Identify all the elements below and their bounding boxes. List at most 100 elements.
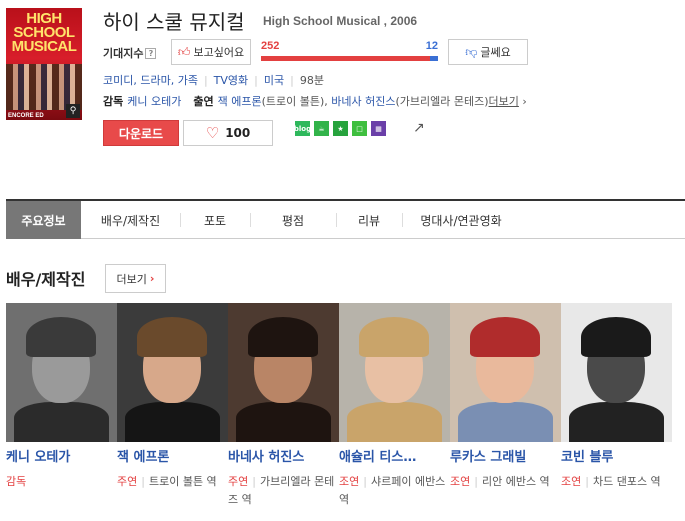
cast-name-link[interactable]: 바네사 허진스 [228, 446, 334, 465]
bookmark-icon[interactable]: ★ [333, 121, 348, 136]
cast-character: 트로이 볼튼 역 [148, 475, 217, 488]
movie-subtitle: High School Musical , 2006 [263, 14, 418, 28]
cast-card: 루카스 그래빌조연 | 리안 에반스 역 [450, 303, 561, 509]
expectation-bar [261, 56, 438, 61]
cafe-icon[interactable]: ☕︎ [314, 121, 329, 136]
tab-review[interactable]: 리뷰 [336, 201, 402, 239]
expectation-bar-fill [261, 56, 430, 61]
cast-character: 차드 댄포스 역 [592, 475, 661, 488]
cast-more-button[interactable]: 더보기 › [105, 264, 166, 293]
want-to-see-button[interactable]: 👍︎ 보고싶어요 [171, 39, 251, 65]
cast-card: 코빈 블루조연 | 차드 댄포스 역 [561, 303, 672, 509]
cast-photo[interactable] [228, 303, 339, 442]
actor-link[interactable]: 바네사 허진스 [331, 95, 395, 108]
actor-link[interactable]: 잭 에프론 [218, 95, 262, 108]
cast-photo-hair [26, 317, 96, 357]
divider: | [585, 475, 589, 488]
me2day-icon[interactable]: □ [352, 121, 367, 136]
thumbs-down-icon: 👎︎ [465, 44, 478, 59]
poster-caption: ENCORE ED [8, 113, 44, 119]
want-count: 252 [261, 40, 280, 52]
movie-meta: 코미디, 드라마, 가족 | TV영화 | 미국 | 98분 [103, 72, 324, 88]
want-to-see-label: 보고싶어요 [193, 46, 245, 59]
cast-name-link[interactable]: 케니 오테가 [6, 446, 112, 465]
director-link[interactable]: 케니 오테가 [127, 95, 181, 108]
divider: | [252, 475, 256, 488]
tab-cast-crew[interactable]: 배우/제작진 [81, 201, 180, 239]
thumbs-up-icon: 👍︎ [177, 44, 191, 59]
share-icons: blog ☕︎ ★ □ ▦ [294, 121, 386, 136]
movie-poster[interactable]: HIGH SCHOOL MUSICAL ENCORE ED ⚲ [6, 8, 82, 120]
cast-role: 조연 | 리안 에반스 역 [450, 473, 558, 491]
cast-photo[interactable] [117, 303, 228, 442]
cast-photo-hair [470, 317, 540, 357]
cast-photo-hair [581, 317, 651, 357]
cast-role-type: 주연 [117, 475, 138, 488]
expectation-label: 기대지수? [103, 45, 157, 61]
magnifier-icon[interactable]: ⚲ [66, 104, 80, 118]
cast-photo[interactable] [6, 303, 117, 442]
help-icon[interactable]: ? [145, 48, 157, 59]
cast-photo[interactable] [561, 303, 672, 442]
cast-more-label: 더보기 [116, 272, 147, 286]
cast-name-link[interactable]: 코빈 블루 [561, 446, 667, 465]
divider: | [363, 475, 367, 488]
cast-name-link[interactable]: 잭 에프론 [117, 446, 223, 465]
cast-role: 조연 | 샤르페이 에반스 역 [339, 473, 447, 509]
cast-list: 케니 오테가 감독 잭 에프론 주연 | 트로이 볼튼 역 바네사 허진스 주연 | 가브리엘라 … [6, 303, 672, 509]
cast-section-title: 배우/제작진 [6, 270, 86, 289]
naver-blog-icon[interactable]: blog [294, 121, 311, 136]
tab-bar: 주요정보 배우/제작진 포토 평점 리뷰 명대사/연관영화 [6, 199, 685, 239]
cast-role-type: 조연 [561, 475, 582, 488]
country-link[interactable]: 미국 [264, 74, 284, 87]
cast-character: 리안 에반스 역 [481, 475, 550, 488]
divider: | [290, 74, 294, 87]
cast-role-type: 주연 [228, 475, 249, 488]
cast-photo-body [236, 402, 331, 442]
runtime: 98분 [299, 74, 324, 87]
expectation-label-text: 기대지수 [103, 47, 144, 60]
actor-role: (트로이 볼튼) [261, 95, 325, 108]
tab-quotes-related[interactable]: 명대사/연관영화 [402, 201, 520, 239]
heart-icon: ♡ [205, 123, 220, 142]
cast-role: 주연 | 트로이 볼튼 역 [117, 473, 225, 491]
poster-title-art: HIGH SCHOOL MUSICAL [11, 10, 77, 55]
cast-role: 조연 | 차드 댄포스 역 [561, 473, 669, 491]
tab-photo[interactable]: 포토 [180, 201, 250, 239]
tab-rating[interactable]: 평점 [250, 201, 336, 239]
like-count: 100 [225, 126, 251, 140]
download-button[interactable]: 다운로드 [103, 120, 179, 146]
cast-photo-body [125, 402, 220, 442]
movie-title: 하이 스쿨 뮤지컬 [103, 10, 245, 34]
tab-main-info[interactable]: 주요정보 [6, 201, 81, 239]
cast-name-link[interactable]: 루카스 그래빌 [450, 446, 556, 465]
cast-role: 감독 [6, 473, 114, 491]
cast-card: 잭 에프론주연 | 트로이 볼튼 역 [117, 303, 228, 509]
cast-photo-body [569, 402, 664, 442]
cast-card: 애슐리 티스… 조연 | 샤르페이 에반스 역 [339, 303, 450, 509]
cast-role-type: 감독 [6, 475, 27, 488]
chevron-right-icon: › [522, 95, 527, 108]
hate-count: 12 [425, 40, 438, 52]
cast-card: 케니 오테가감독 [6, 303, 117, 509]
actor-role: (가브리엘라 몬테즈) [395, 95, 489, 108]
format-link[interactable]: TV영화 [214, 74, 248, 87]
cast-photo[interactable] [339, 303, 450, 442]
share-icon[interactable]: ↗ [413, 120, 429, 136]
cast-role-type: 조연 [450, 475, 471, 488]
cast-photo-body [14, 402, 109, 442]
cast-name-link[interactable]: 애슐리 티스… [339, 446, 445, 465]
credits-more-link[interactable]: 더보기 [489, 95, 519, 108]
not-sure-button[interactable]: 👎︎ 글쎄요 [448, 39, 528, 65]
like-button[interactable]: ♡ 100 [183, 120, 273, 146]
director-label: 감독 [103, 95, 124, 108]
clip-icon[interactable]: ▦ [371, 121, 386, 136]
cast-role: 주연 | 가브리엘라 몬테즈 역 [228, 473, 336, 509]
cast-role-type: 조연 [339, 475, 360, 488]
cast-photo-hair [137, 317, 207, 357]
cast-card: 바네사 허진스주연 | 가브리엘라 몬테즈 역 [228, 303, 339, 509]
cast-photo[interactable] [450, 303, 561, 442]
divider: | [203, 74, 208, 87]
genre-link[interactable]: 코미디, 드라마, 가족 [103, 74, 198, 87]
cast-photo-body [458, 402, 553, 442]
